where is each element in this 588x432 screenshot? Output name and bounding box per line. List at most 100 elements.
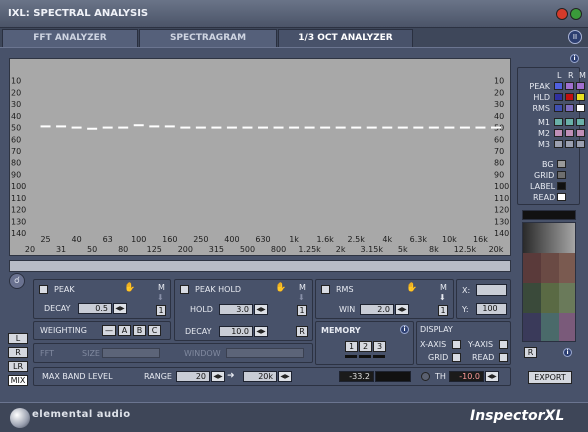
horizontal-scrollbar[interactable] bbox=[9, 260, 511, 272]
legend-swatch-m3-2[interactable] bbox=[576, 140, 585, 148]
peakhold-decay-field[interactable]: 10.0 bbox=[219, 326, 253, 337]
peak-m-label: M bbox=[158, 283, 165, 292]
peakhold-m-label: M bbox=[299, 283, 306, 292]
range-from-stepper[interactable]: ◀▶ bbox=[211, 371, 225, 382]
weighting-b-button[interactable]: B bbox=[133, 325, 146, 336]
down-arrow-icon[interactable]: ⬇ bbox=[157, 293, 164, 302]
memory-info-icon[interactable]: i bbox=[400, 325, 409, 334]
hold-stepper[interactable]: ◀▶ bbox=[254, 304, 268, 315]
rms-checkbox[interactable] bbox=[321, 285, 330, 294]
peakhold-checkbox[interactable] bbox=[180, 285, 189, 294]
weighting-none-button[interactable]: — bbox=[102, 325, 116, 336]
info-icon[interactable]: i bbox=[570, 54, 579, 63]
palette-info-icon[interactable]: i bbox=[563, 348, 572, 357]
hand-icon[interactable]: ✋ bbox=[124, 283, 135, 293]
th-field[interactable]: -10.0 bbox=[449, 371, 484, 382]
legend-swatch-m1-0[interactable] bbox=[554, 118, 563, 126]
memory-2-button[interactable]: 2 bbox=[359, 341, 372, 352]
legend-swatch-m2-1[interactable] bbox=[565, 129, 574, 137]
legend-swatch-m1-2[interactable] bbox=[576, 118, 585, 126]
max-band-level-label: MAX BAND LEVEL bbox=[42, 372, 113, 381]
weighting-a-button[interactable]: A bbox=[118, 325, 131, 336]
arrow-right-icon: ➜ bbox=[227, 371, 235, 381]
fft-window-select[interactable] bbox=[226, 348, 304, 358]
peak-decay-stepper[interactable]: ◀▶ bbox=[113, 303, 127, 314]
x-tick-label-upper: 6.3k bbox=[410, 235, 428, 244]
legend-header-l: L bbox=[557, 71, 562, 80]
y-tick-label-right: 100 bbox=[494, 182, 509, 191]
peak-decay-field[interactable]: 0.5 bbox=[78, 303, 112, 314]
minimize-button[interactable] bbox=[556, 8, 568, 20]
close-button[interactable] bbox=[570, 8, 582, 20]
bg-swatch[interactable] bbox=[557, 160, 566, 168]
grid-checkbox[interactable] bbox=[452, 353, 461, 362]
channel-l-button[interactable]: L bbox=[8, 333, 28, 344]
label-label: LABEL bbox=[530, 182, 556, 191]
legend-swatch-m2-0[interactable] bbox=[554, 129, 563, 137]
peak-checkbox[interactable] bbox=[39, 285, 48, 294]
rms-num-button[interactable]: 1 bbox=[438, 305, 448, 316]
rms-win-field[interactable]: 2.0 bbox=[360, 304, 394, 315]
xaxis-checkbox[interactable] bbox=[452, 340, 461, 349]
tab-spectragram[interactable]: SPECTRAGRAM bbox=[139, 29, 277, 47]
hand-icon[interactable]: ✋ bbox=[275, 283, 286, 293]
y-tick-label: 110 bbox=[11, 194, 26, 203]
product-name: InspectorXL bbox=[470, 408, 565, 424]
legend-swatch-rms-1[interactable] bbox=[565, 104, 574, 112]
legend-swatch-peak-1[interactable] bbox=[565, 82, 574, 90]
channel-lr-button[interactable]: LR bbox=[8, 361, 28, 372]
spectrum-plot[interactable]: 10 20 30 40 50 60 70 80 90 100 110 120 130 140 10 20 30 4… bbox=[9, 58, 511, 256]
memory-1-button[interactable]: 1 bbox=[345, 341, 358, 352]
export-button[interactable]: EXPORT bbox=[528, 371, 572, 384]
legend-swatch-hld-2[interactable] bbox=[576, 93, 585, 101]
rms-win-stepper[interactable]: ◀▶ bbox=[395, 304, 409, 315]
color-palette[interactable] bbox=[522, 222, 576, 342]
zoom-icon[interactable]: ☌ bbox=[9, 273, 25, 289]
pause-icon[interactable]: II bbox=[568, 30, 582, 44]
down-arrow-icon[interactable]: ⬇ bbox=[298, 293, 305, 302]
legend-swatch-peak-2[interactable] bbox=[576, 82, 585, 90]
th-stepper[interactable]: ◀▶ bbox=[485, 371, 499, 382]
y-tick-label: 30 bbox=[11, 100, 21, 109]
x-tick-label-upper: 160 bbox=[162, 235, 177, 244]
channel-r-button[interactable]: R bbox=[8, 347, 28, 358]
fft-size-select[interactable] bbox=[102, 348, 160, 358]
tab-fft-analyzer[interactable]: FFT ANALYZER bbox=[2, 29, 138, 47]
legend-swatch-peak-0[interactable] bbox=[554, 82, 563, 90]
legend-label-peak: PEAK bbox=[529, 82, 550, 91]
peakhold-r-button[interactable]: R bbox=[296, 326, 308, 337]
x-tick-label-lower: 125 bbox=[147, 245, 162, 254]
grid-swatch[interactable] bbox=[557, 171, 566, 179]
tab-oct-analyzer[interactable]: 1/3 OCT ANALYZER bbox=[278, 29, 413, 47]
weighting-c-button[interactable]: C bbox=[148, 325, 161, 336]
peakhold-num-button[interactable]: 1 bbox=[297, 305, 307, 316]
x-tick-label-lower: 800 bbox=[271, 245, 286, 254]
legend-swatch-hld-1[interactable] bbox=[565, 93, 574, 101]
read-checkbox[interactable] bbox=[499, 353, 508, 362]
label-swatch[interactable] bbox=[557, 182, 566, 190]
range-to-field[interactable]: 20k bbox=[243, 371, 277, 382]
legend-swatch-rms-2[interactable] bbox=[576, 104, 585, 112]
read-swatch[interactable] bbox=[557, 193, 566, 201]
hold-field[interactable]: 3.0 bbox=[219, 304, 253, 315]
range-from-field[interactable]: 20 bbox=[176, 371, 210, 382]
legend-swatch-m2-2[interactable] bbox=[576, 129, 585, 137]
palette-r-button[interactable]: R bbox=[524, 347, 537, 358]
legend-swatch-m3-0[interactable] bbox=[554, 140, 563, 148]
legend-swatch-rms-0[interactable] bbox=[554, 104, 563, 112]
channel-mix-button[interactable]: MIX bbox=[8, 375, 28, 386]
legend-panel: L R M PEAK HLD RMS M1 M2 M3 BG GRID LABEL REA… bbox=[517, 67, 586, 205]
memory-3-button[interactable]: 3 bbox=[373, 341, 386, 352]
legend-swatch-m1-1[interactable] bbox=[565, 118, 574, 126]
legend-swatch-m3-1[interactable] bbox=[565, 140, 574, 148]
legend-swatch-hld-0[interactable] bbox=[554, 93, 563, 101]
range-to-stepper[interactable]: ◀▶ bbox=[278, 371, 292, 382]
down-arrow-icon[interactable]: ⬇ bbox=[439, 293, 446, 302]
peak-panel: PEAK ✋ DECAY 0.5 ◀▶ M ⬇ 1 bbox=[33, 279, 171, 319]
peakhold-decay-stepper[interactable]: ◀▶ bbox=[254, 326, 268, 337]
x-tick-label-lower: 5k bbox=[398, 245, 408, 254]
hand-icon[interactable]: ✋ bbox=[406, 283, 417, 293]
yaxis-checkbox[interactable] bbox=[499, 340, 508, 349]
peakhold-decay-label: DECAY bbox=[185, 327, 212, 336]
peak-num-button[interactable]: 1 bbox=[156, 305, 166, 316]
